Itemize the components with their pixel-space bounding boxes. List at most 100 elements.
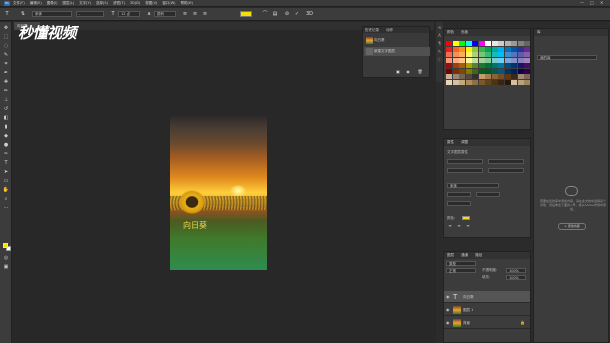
tab-history[interactable]: 历史记录 <box>365 28 379 32</box>
color-swatch[interactable] <box>472 68 478 74</box>
menu-layer[interactable]: 图层(L) <box>62 1 74 6</box>
gradient-tool-icon[interactable]: ▮ <box>2 123 10 131</box>
3d-text-icon[interactable]: 3D <box>306 11 313 17</box>
color-swatch[interactable] <box>472 74 478 79</box>
color-swatch[interactable] <box>452 41 459 46</box>
color-swatch[interactable] <box>517 52 524 57</box>
canvas-text-layer[interactable]: 向日葵 <box>183 220 207 231</box>
foreground-color-swatch[interactable] <box>3 243 8 248</box>
info-icon[interactable]: ⓘ <box>437 57 442 62</box>
text-color-chip[interactable] <box>462 216 470 220</box>
color-swatch[interactable] <box>504 79 511 85</box>
tab-color[interactable]: 颜色 <box>447 30 454 34</box>
color-swatch[interactable] <box>478 57 485 63</box>
color-swatch[interactable] <box>511 68 517 74</box>
color-swatch[interactable] <box>465 57 472 63</box>
swatch-grid[interactable] <box>446 41 530 85</box>
color-swatch[interactable] <box>478 52 485 57</box>
tab-properties[interactable]: 属性 <box>447 140 454 144</box>
minimize-button[interactable]: — <box>580 0 584 5</box>
color-swatch[interactable] <box>511 74 517 79</box>
character-leading-field[interactable] <box>476 192 500 197</box>
character-size-field[interactable] <box>447 192 471 197</box>
color-swatch[interactable] <box>459 68 465 74</box>
menu-file[interactable]: 文件(F) <box>13 1 25 6</box>
color-swatch[interactable] <box>498 41 504 46</box>
color-swatch[interactable] <box>517 68 524 74</box>
pen-tool-icon[interactable]: ✑ <box>2 150 10 158</box>
color-swatch[interactable] <box>511 57 517 63</box>
dodge-tool-icon[interactable]: ● <box>2 141 10 149</box>
color-swatch[interactable] <box>504 41 511 46</box>
path-select-tool-icon[interactable]: ➤ <box>2 168 10 176</box>
layer-row[interactable]: ◉ T 向日葵 <box>444 291 530 303</box>
align-right-icon[interactable]: ≡ <box>465 223 471 229</box>
color-swatch[interactable] <box>478 63 485 68</box>
marquee-tool-icon[interactable]: ⬚ <box>2 33 10 41</box>
color-swatch[interactable] <box>517 57 524 63</box>
warp-text-icon[interactable]: ⌒ <box>262 11 268 17</box>
color-swatch[interactable] <box>498 79 504 85</box>
color-swatch[interactable] <box>478 46 485 52</box>
transform-height-field[interactable] <box>488 159 524 164</box>
color-swatch[interactable] <box>465 79 472 85</box>
color-swatch[interactable] <box>478 79 485 85</box>
color-swatch[interactable] <box>452 46 459 52</box>
color-swatch[interactable] <box>491 57 498 63</box>
color-swatch[interactable] <box>524 63 530 68</box>
maximize-button[interactable]: □ <box>590 0 594 5</box>
tab-actions[interactable]: 动作 <box>386 28 393 32</box>
type-tool-icon[interactable]: T <box>2 159 10 167</box>
transform-x-field[interactable] <box>447 168 483 173</box>
color-swatch[interactable] <box>452 79 459 85</box>
color-swatch[interactable] <box>446 68 452 74</box>
color-swatch[interactable] <box>491 68 498 74</box>
tab-adjustments[interactable]: 调整 <box>461 140 468 144</box>
visibility-eye-icon[interactable]: ◉ <box>446 304 450 316</box>
color-swatch[interactable] <box>498 74 504 79</box>
color-swatch[interactable] <box>498 46 504 52</box>
color-swatch[interactable] <box>498 52 504 57</box>
color-swatch[interactable] <box>511 52 517 57</box>
color-swatch[interactable] <box>472 63 478 68</box>
tab-paths[interactable]: 路径 <box>475 253 482 257</box>
color-swatch[interactable] <box>491 74 498 79</box>
trash-icon[interactable]: 🗑 <box>417 69 423 75</box>
layer-row[interactable]: ◉ 图层 1 <box>444 304 530 316</box>
character-font-select[interactable]: 宋体 <box>447 183 499 188</box>
color-swatch[interactable] <box>446 52 452 57</box>
color-swatch[interactable] <box>498 63 504 68</box>
color-swatch[interactable] <box>511 41 517 46</box>
menu-view[interactable]: 视图(V) <box>145 1 157 6</box>
text-color-swatch[interactable] <box>240 11 252 17</box>
eyedropper-tool-icon[interactable]: ✒ <box>2 69 10 77</box>
color-swatch[interactable] <box>465 74 472 79</box>
color-swatch[interactable] <box>472 57 478 63</box>
color-swatch[interactable] <box>459 79 465 85</box>
color-swatch[interactable] <box>517 74 524 79</box>
color-swatch[interactable] <box>465 68 472 74</box>
color-swatch[interactable] <box>485 41 491 46</box>
align-left-icon[interactable]: ≡ <box>447 223 453 229</box>
color-swatch[interactable] <box>504 57 511 63</box>
lasso-tool-icon[interactable]: ◌ <box>2 42 10 50</box>
color-swatch[interactable] <box>517 46 524 52</box>
color-swatch[interactable] <box>459 41 465 46</box>
color-swatch[interactable] <box>465 46 472 52</box>
color-swatch[interactable] <box>465 63 472 68</box>
color-swatch[interactable] <box>504 68 511 74</box>
color-swatch[interactable] <box>485 57 491 63</box>
color-swatch[interactable] <box>491 63 498 68</box>
tab-layers[interactable]: 图层 <box>447 253 454 257</box>
layer-filter-select[interactable]: 类型 <box>446 261 476 266</box>
menu-type[interactable]: 文字(Y) <box>79 1 91 6</box>
color-swatch[interactable] <box>472 52 478 57</box>
color-swatch[interactable] <box>511 46 517 52</box>
color-swatch[interactable] <box>452 57 459 63</box>
color-swatch[interactable] <box>485 74 491 79</box>
color-swatch[interactable] <box>465 52 472 57</box>
color-swatch[interactable] <box>465 41 472 46</box>
color-swatch[interactable] <box>478 41 485 46</box>
history-snapshot[interactable]: 向日葵 <box>364 36 430 45</box>
color-swatch[interactable] <box>459 57 465 63</box>
